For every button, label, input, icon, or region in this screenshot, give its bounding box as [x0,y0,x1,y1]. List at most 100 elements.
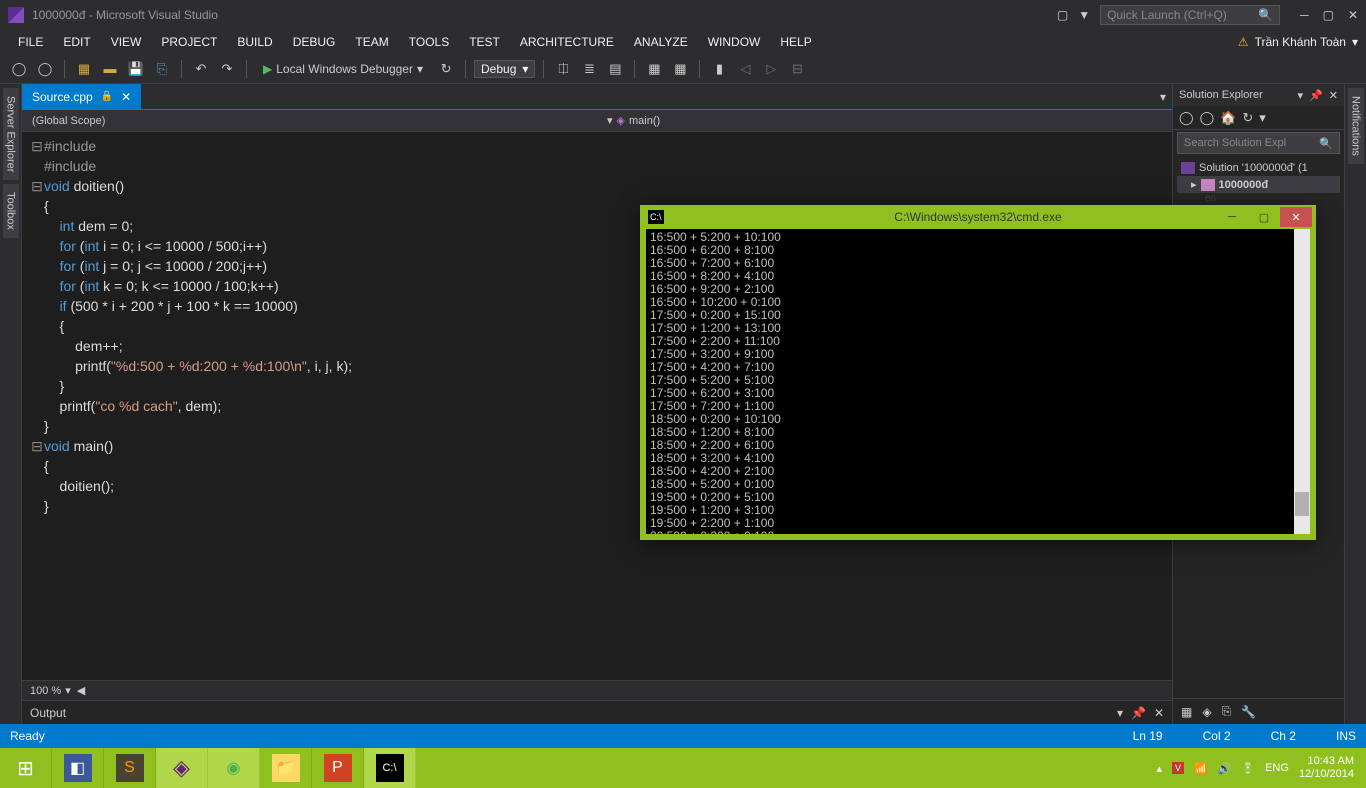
close-button[interactable]: ✕ [1348,8,1358,22]
tab-source-cpp[interactable]: Source.cpp 🔒 ✕ [22,84,141,110]
tabs-dropdown[interactable]: ▾ [1154,90,1172,104]
tb-button[interactable]: ▷ [760,58,782,80]
user-account[interactable]: ⚠ Trần Khánh Toàn ▾ [1238,35,1358,49]
properties-icon[interactable]: ▦ [1181,705,1192,719]
tray-icon[interactable]: V [1172,762,1184,774]
taskbar-app[interactable]: S [104,748,156,788]
menu-analyze[interactable]: ANALYZE [624,31,698,53]
window-title: 1000000đ - Microsoft Visual Studio [32,8,1057,22]
save-all-button[interactable]: ⎘ [151,58,173,80]
flag-icon[interactable]: ▼ [1078,8,1090,22]
tb-button[interactable]: ▦ [643,58,665,80]
menu-architecture[interactable]: ARCHITECTURE [510,31,624,53]
configuration-selector[interactable]: Debug ▾ [474,60,535,78]
tb-button[interactable]: ≣ [578,58,600,80]
scrollbar-thumb[interactable] [1295,492,1309,516]
taskbar-visualstudio[interactable]: ◈ [156,748,208,788]
refresh-button[interactable]: ↻ [1242,110,1253,126]
separator [634,60,635,78]
menu-edit[interactable]: EDIT [53,31,100,53]
class-view-icon[interactable]: ◈ [1202,705,1211,719]
expand-icon[interactable]: ▸ [1191,178,1197,191]
menubar: FILEEDITVIEWPROJECTBUILDDEBUGTEAMTOOLSTE… [0,30,1366,54]
tray-battery-icon[interactable]: 🔋 [1241,762,1255,775]
status-line: Ln 19 [1133,729,1163,743]
menu-help[interactable]: HELP [770,31,821,53]
refresh-button[interactable]: ↻ [435,58,457,80]
menu-window[interactable]: WINDOW [698,31,771,53]
menu-test[interactable]: TEST [459,31,510,53]
taskbar-cmd[interactable]: C:\ [364,748,416,788]
nav-fwd-button[interactable]: ◯ [34,58,56,80]
notifications-tab[interactable]: Notifications [1348,88,1364,164]
separator [246,60,247,78]
scope-left-selector[interactable]: (Global Scope) [22,115,597,127]
save-button[interactable]: 💾 [125,58,147,80]
chevron-down-icon[interactable]: ▾ [1298,89,1304,102]
wrench-icon[interactable]: 🔧 [1241,705,1256,719]
pin-icon[interactable]: 📌 [1131,706,1146,720]
taskbar-app[interactable]: ◧ [52,748,104,788]
tb-button[interactable]: ⊟ [786,58,808,80]
bookmark-button[interactable]: ▮ [708,58,730,80]
nav-back-button[interactable]: ◯ [8,58,30,80]
tb-button[interactable]: ⎅ [552,58,574,80]
undo-button[interactable]: ↶ [190,58,212,80]
maximize-button[interactable]: ▢ [1323,8,1334,22]
nav-back-button[interactable]: ◯ [1179,110,1194,126]
tray-chevron[interactable]: ▴ [1156,762,1162,775]
taskbar-app[interactable]: ◉ [208,748,260,788]
scope-right-selector[interactable]: ▾ ◈ main() [597,114,1172,127]
team-explorer-icon[interactable]: ⎘ [1222,704,1232,719]
chevron-down-icon[interactable]: ▾ [1117,706,1123,720]
start-button[interactable]: ⊞ [0,748,52,788]
toolbox-tab[interactable]: Toolbox [3,184,19,238]
chevron-down-icon[interactable]: ▾ [1259,110,1266,126]
tb-button[interactable]: ▦ [669,58,691,80]
project-node[interactable]: ▸ 1000000đ [1177,176,1340,193]
menu-team[interactable]: TEAM [345,31,398,53]
taskbar-clock[interactable]: 10:43 AM 12/10/2014 [1299,755,1354,781]
start-debugging-button[interactable]: ▶ Local Windows Debugger ▾ [255,60,431,78]
redo-button[interactable]: ↷ [216,58,238,80]
close-icon[interactable]: ✕ [1154,706,1164,720]
project-icon [1201,179,1215,191]
tb-button[interactable]: ◁ [734,58,756,80]
close-button[interactable]: ✕ [1280,207,1312,227]
tb-button[interactable]: ▤ [604,58,626,80]
solution-search-input[interactable]: Search Solution Expl 🔍 [1177,132,1340,154]
cmd-title-text: C:\Windows\system32\cmd.exe [894,210,1061,224]
menu-debug[interactable]: DEBUG [283,31,346,53]
menu-file[interactable]: FILE [8,31,53,53]
server-explorer-tab[interactable]: Server Explorer [3,88,19,180]
taskbar-powerpoint[interactable]: P [312,748,364,788]
output-panel-header[interactable]: Output ▾ 📌 ✕ [22,700,1172,724]
tray-lang[interactable]: ENG [1265,762,1289,774]
quick-launch-input[interactable]: Quick Launch (Ctrl+Q) 🔍 [1100,5,1280,25]
new-project-button[interactable]: ▦ [73,58,95,80]
maximize-button[interactable]: ▢ [1248,207,1280,227]
cmd-titlebar[interactable]: C:\ C:\Windows\system32\cmd.exe ─ ▢ ✕ [640,205,1316,229]
cmd-scrollbar[interactable] [1294,229,1310,534]
tray-volume-icon[interactable]: 🔊 [1218,762,1232,775]
scroll-left-icon[interactable]: ◀ [77,684,85,697]
menu-tools[interactable]: TOOLS [399,31,459,53]
close-icon[interactable]: ✕ [121,90,131,104]
zoom-selector[interactable]: 100 % ▾ ◀ [22,680,1172,700]
tray-network-icon[interactable]: 📶 [1194,762,1208,775]
menu-view[interactable]: VIEW [101,31,152,53]
minimize-button[interactable]: ─ [1300,8,1309,22]
close-icon[interactable]: ✕ [1329,89,1338,102]
solution-explorer-header[interactable]: Solution Explorer ▾ 📌 ✕ [1173,84,1344,106]
nav-fwd-button[interactable]: ◯ [1200,110,1215,126]
taskbar-explorer[interactable]: 📁 [260,748,312,788]
menu-build[interactable]: BUILD [227,31,282,53]
chat-icon[interactable]: ▢ [1057,8,1068,22]
open-file-button[interactable]: ▬ [99,58,121,80]
solution-node[interactable]: Solution '1000000đ' (1 [1177,160,1340,176]
menu-project[interactable]: PROJECT [151,31,227,53]
home-button[interactable]: 🏠 [1220,110,1236,126]
minimize-button[interactable]: ─ [1216,207,1248,227]
cmd-window[interactable]: C:\ C:\Windows\system32\cmd.exe ─ ▢ ✕ 16… [640,205,1316,540]
pin-icon[interactable]: 📌 [1309,89,1323,102]
